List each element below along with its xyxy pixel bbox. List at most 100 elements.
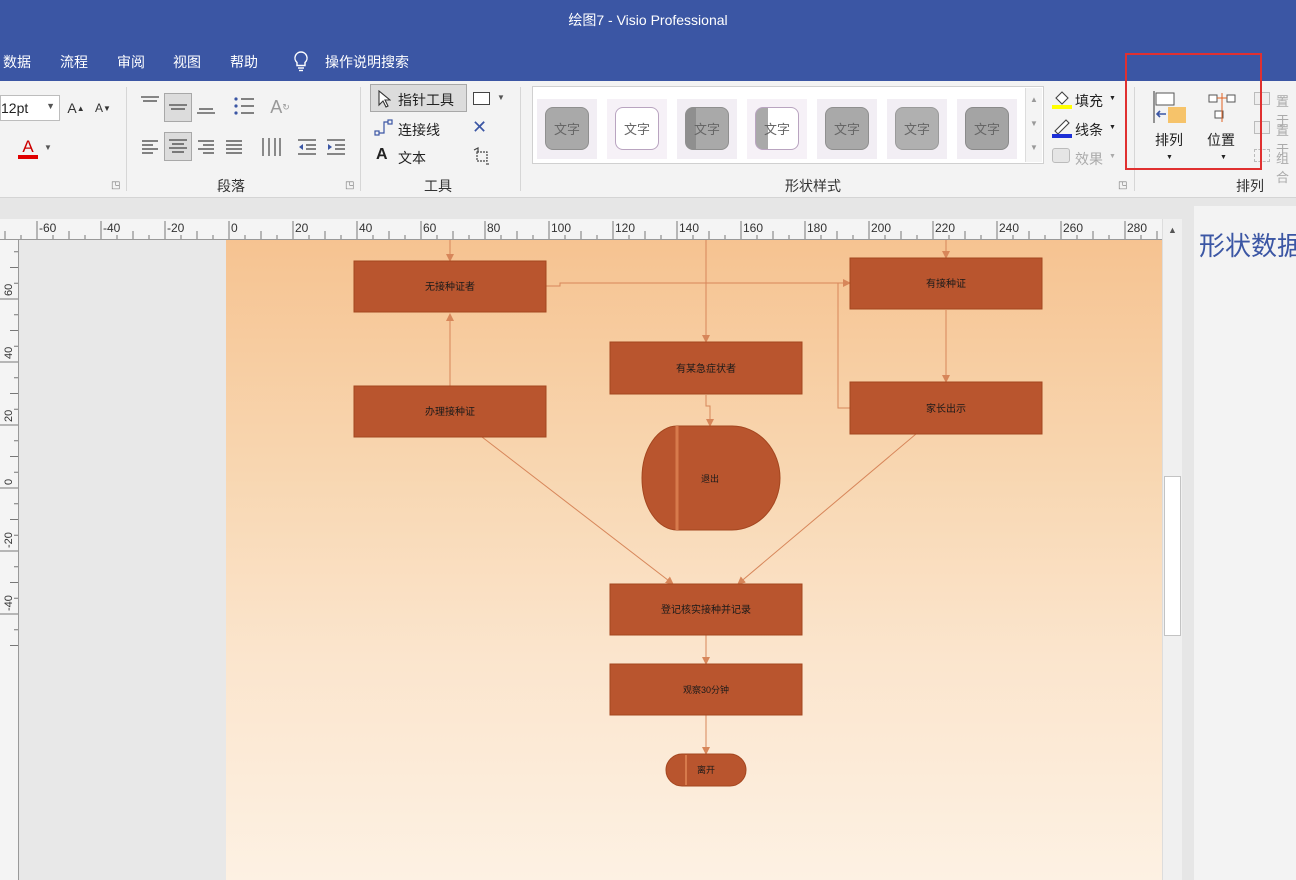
shape-style-label: 文字 xyxy=(545,107,589,150)
fill-label: 填充 xyxy=(1075,93,1103,109)
menu-item-review[interactable]: 审阅 xyxy=(117,52,145,72)
drawing-canvas[interactable]: 无接种证者 有接种证 有某急症状者 办理接种证 家长出示 退出 登记核实接种并记… xyxy=(20,240,1162,880)
shape-style-tile[interactable]: 文字 xyxy=(607,99,667,159)
horizontal-ruler[interactable]: -60 -40 -20 0 20 40 60 80 100 120 140 160 180 200 220 2… xyxy=(0,219,1162,240)
connector-tool-button[interactable]: 连接线 xyxy=(372,117,452,139)
ruler-tick-label: 160 xyxy=(743,221,763,235)
flowchart-diagram: 无接种证者 有接种证 有某急症状者 办理接种证 家长出示 退出 登记核实接种并记… xyxy=(353,240,1043,787)
line-label: 线条 xyxy=(1075,122,1103,138)
shape-style-tile[interactable]: 文字 xyxy=(957,99,1017,159)
chevron-down-icon: ▼ xyxy=(1109,153,1116,160)
vertical-ruler[interactable]: 140120100806040200-20-40 xyxy=(0,240,19,880)
font-color-icon[interactable]: A xyxy=(16,135,40,161)
group-label-tools: 工具 xyxy=(424,178,452,194)
group-label-paragraph: 段落 xyxy=(217,178,245,194)
highlight-box xyxy=(1125,53,1262,170)
lightbulb-icon[interactable] xyxy=(291,50,311,72)
shape-style-tile[interactable]: 文字 xyxy=(537,99,597,159)
dialog-launcher-icon[interactable]: ◳ xyxy=(111,180,120,191)
shape-style-tile[interactable]: 文字 xyxy=(747,99,807,159)
align-left-icon[interactable] xyxy=(140,137,160,157)
label-process-cert: 办理接种证 xyxy=(425,405,475,418)
connector-line[interactable] xyxy=(837,282,850,409)
shape-style-label: 文字 xyxy=(895,107,939,150)
label-observe: 观察30分钟 xyxy=(683,684,729,695)
chevron-down-icon: ▼ xyxy=(46,101,55,111)
font-size-box[interactable]: 12pt ▼ xyxy=(0,95,60,121)
justify-icon[interactable] xyxy=(224,137,244,157)
align-bottom-icon[interactable] xyxy=(195,97,217,117)
crop-tool-icon[interactable] xyxy=(472,146,492,166)
tell-me-search[interactable]: 操作说明搜索 xyxy=(325,52,409,72)
ruler-tick-label: -40 xyxy=(103,221,121,235)
shrink-font-icon[interactable]: A ▼ xyxy=(93,97,113,119)
dialog-launcher-icon[interactable]: ◳ xyxy=(345,180,354,191)
pointer-tool-button[interactable]: 指针工具 xyxy=(370,84,467,112)
gallery-scroll[interactable]: ▲ ▼ ▼ xyxy=(1025,88,1042,162)
increase-indent-icon[interactable] xyxy=(325,137,347,157)
text-tool-icon: A xyxy=(376,146,388,163)
bullets-icon[interactable] xyxy=(232,95,256,117)
fill-button[interactable]: 填充 ▼ xyxy=(1051,88,1121,110)
label-acute-symptoms: 有某急症状者 xyxy=(676,362,736,375)
close-x-icon[interactable]: ✕ xyxy=(472,117,487,138)
align-right-icon[interactable] xyxy=(196,137,216,157)
shape-data-pane: 形状数据 xyxy=(1194,206,1296,880)
shape-style-label: 文字 xyxy=(755,107,799,150)
connector-line[interactable] xyxy=(546,279,851,287)
ruler-tick-label: 240 xyxy=(999,221,1019,235)
ribbon: 12pt ▼ A ▲ A ▼ A ▼ ◳ A ↻ 段落 ◳ 指针工具 ▼ 连接线 ✕ … xyxy=(0,81,1296,198)
dialog-launcher-icon[interactable]: ◳ xyxy=(1118,180,1127,191)
scrollbar-thumb[interactable] xyxy=(1164,476,1181,636)
connector-line[interactable] xyxy=(705,395,714,427)
align-center-icon[interactable] xyxy=(164,132,192,161)
scroll-up-icon[interactable]: ▲ xyxy=(1163,221,1182,239)
effects-button[interactable]: 效果 ▼ xyxy=(1051,146,1121,168)
label-parent-show: 家长出示 xyxy=(926,402,966,415)
text-columns-icon[interactable] xyxy=(260,135,282,159)
group-separator xyxy=(520,87,521,191)
shape-style-label: 文字 xyxy=(825,107,869,150)
grow-font-icon[interactable]: A ▲ xyxy=(66,97,86,119)
menu-item-view[interactable]: 视图 xyxy=(173,52,201,72)
ruler-tick-label: -20 xyxy=(3,532,15,548)
ruler-tick-label: 60 xyxy=(423,221,437,235)
decrease-indent-icon[interactable] xyxy=(296,137,318,157)
ruler-tick-label: 20 xyxy=(3,410,15,422)
paint-bucket-icon xyxy=(1052,91,1072,109)
line-button[interactable]: 线条 ▼ xyxy=(1051,117,1121,139)
label-no-cert: 无接种证者 xyxy=(425,280,475,293)
menu-bar: 数据 流程 审阅 视图 帮助 操作说明搜索 xyxy=(0,40,1296,81)
pointer-tool-label: 指针工具 xyxy=(398,92,454,108)
gallery-more-icon[interactable]: ▼ xyxy=(1026,136,1042,160)
chevron-down-icon[interactable]: ▼ xyxy=(1026,112,1042,136)
chevron-down-icon[interactable]: ▼ xyxy=(44,143,52,152)
text-tool-button[interactable]: A 文本 xyxy=(374,145,454,167)
effects-label: 效果 xyxy=(1075,151,1103,167)
ruler-tick-label: -60 xyxy=(39,221,57,235)
align-top-icon[interactable] xyxy=(139,93,161,113)
menu-item-process[interactable]: 流程 xyxy=(60,52,88,72)
shape-style-label: 文字 xyxy=(685,107,729,150)
shape-style-tile[interactable]: 文字 xyxy=(887,99,947,159)
group-separator xyxy=(360,87,361,191)
shape-style-tile[interactable]: 文字 xyxy=(817,99,877,159)
shape-style-label: 文字 xyxy=(965,107,1009,150)
rectangle-shape-button[interactable]: ▼ xyxy=(473,91,509,109)
shape-style-tile[interactable]: 文字 xyxy=(677,99,737,159)
text-direction-icon[interactable]: A ↻ xyxy=(268,95,292,119)
effects-icon xyxy=(1052,148,1070,163)
line-pen-icon xyxy=(1052,119,1072,138)
chevron-up-icon[interactable]: ▲ xyxy=(1026,88,1042,112)
align-middle-icon[interactable] xyxy=(164,93,192,122)
ruler-tick-label: -40 xyxy=(3,595,15,611)
ruler-tick-label: 220 xyxy=(935,221,955,235)
connector-icon xyxy=(374,119,393,136)
vertical-scrollbar[interactable]: ▲ xyxy=(1162,219,1182,880)
menu-item-data[interactable]: 数据 xyxy=(3,52,31,72)
ruler-tick-label: 20 xyxy=(295,221,309,235)
menu-item-help[interactable]: 帮助 xyxy=(230,52,258,72)
shape-styles-gallery: 文字 文字 文字 文字 文字 文字 文字 ▲ ▼ ▼ xyxy=(532,86,1044,164)
ruler-tick-label: -20 xyxy=(167,221,185,235)
ruler-tick-label: 40 xyxy=(359,221,373,235)
